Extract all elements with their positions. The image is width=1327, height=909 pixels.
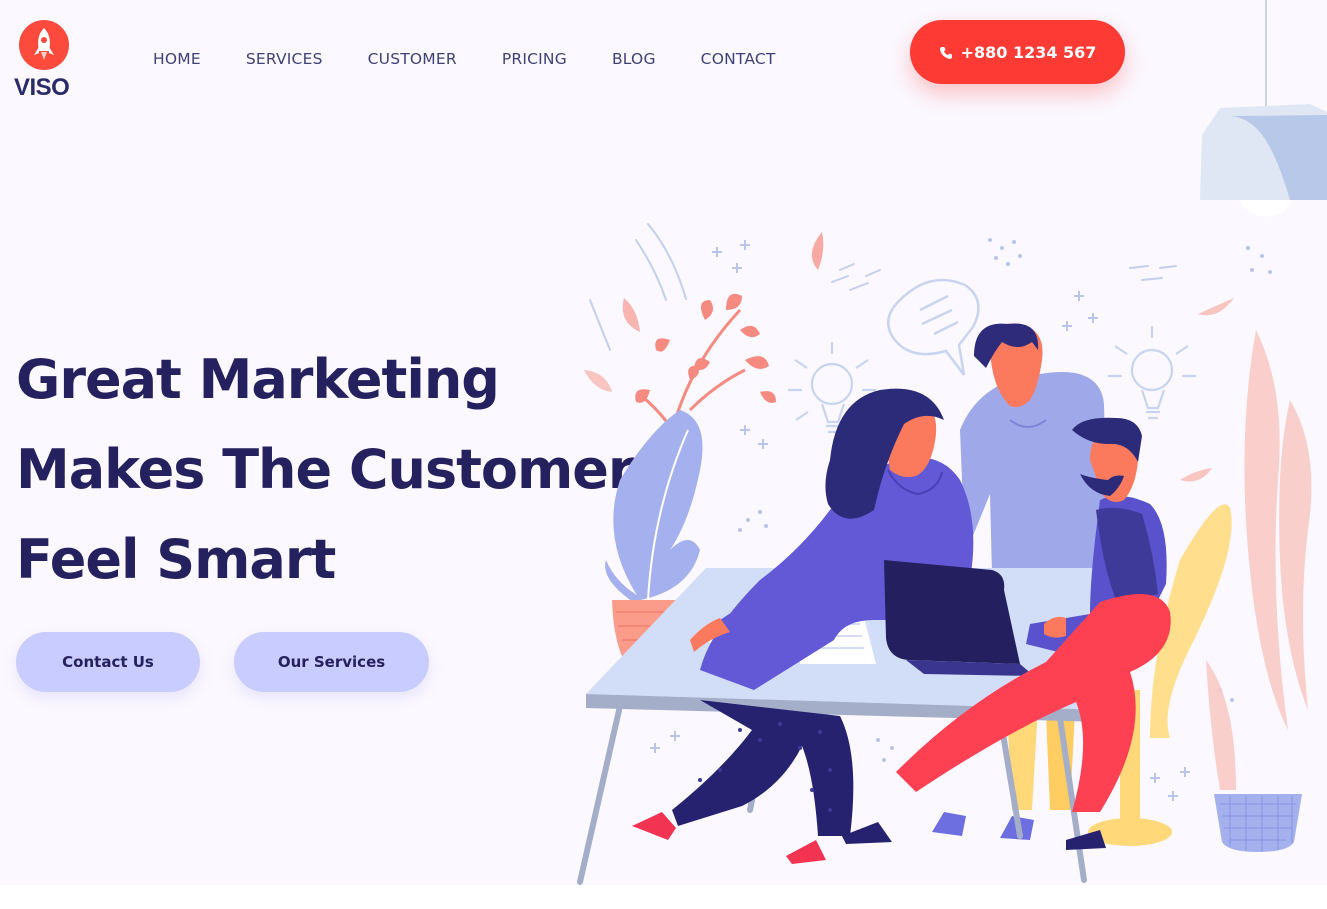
nav-services[interactable]: SERVICES	[246, 50, 323, 72]
nav-home[interactable]: HOME	[153, 50, 201, 72]
page-bottom-strip	[0, 885, 1327, 909]
team-working-illustration	[577, 0, 1327, 885]
brand-name: VISO	[14, 74, 70, 101]
contact-us-label: Contact Us	[62, 653, 154, 671]
nav-customer[interactable]: CUSTOMER	[368, 50, 457, 72]
decorative-dashes-icon	[589, 223, 1177, 351]
our-services-label: Our Services	[277, 653, 386, 671]
rocket-icon	[19, 20, 69, 70]
our-services-button[interactable]: Our Services	[234, 632, 429, 692]
contact-us-button[interactable]: Contact Us	[16, 632, 200, 692]
nav-pricing[interactable]: PRICING	[502, 50, 567, 72]
landing-page: VISO HOME SERVICES CUSTOMER PRICING BLOG…	[0, 0, 1327, 909]
brand-logo[interactable]: VISO	[14, 20, 84, 101]
speech-bubble-icon	[887, 278, 980, 376]
hanging-lamp-icon	[1200, 0, 1327, 217]
